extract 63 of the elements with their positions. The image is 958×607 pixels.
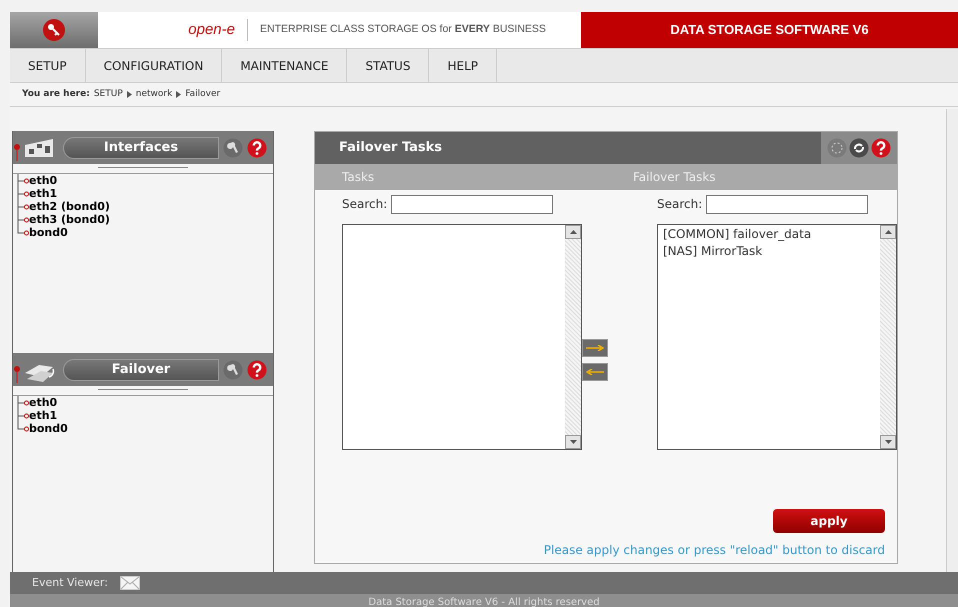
column-header: Tasks (341, 169, 376, 186)
hint-text: Please apply changes or press "reload" button to discard (544, 542, 885, 559)
tree-item[interactable]: eth0 (29, 397, 58, 408)
scrollbar[interactable] (565, 225, 581, 449)
panel-title: Failover Tasks (338, 139, 444, 158)
arrow-left-icon (586, 368, 604, 374)
scroll-up-icon (884, 230, 892, 234)
menu-item[interactable]: MAINTENANCE (222, 49, 348, 82)
tree-connector-icon (17, 200, 29, 213)
list-item[interactable]: [NAS] MirrorTask (663, 243, 880, 260)
brand-logo: open-e (98, 18, 248, 42)
footer-text: Data Storage Software V6 - All rights reserved (368, 596, 600, 607)
search-label: Search: (342, 196, 388, 213)
caret-icon (126, 91, 132, 98)
breadcrumb-label: You are here: (22, 88, 90, 101)
tree-connector-icon (17, 396, 29, 409)
help-icon[interactable] (871, 138, 891, 158)
arrow-right-icon (586, 344, 604, 350)
help-icon[interactable] (247, 360, 267, 380)
wrench-icon[interactable] (223, 360, 243, 380)
menu-item[interactable]: HELP (429, 49, 497, 82)
section-title[interactable]: Interfaces (63, 136, 219, 158)
move-right-button[interactable] (582, 338, 608, 356)
tagline: ENTERPRISE CLASS STORAGE OS for EVERY BUSINESS (259, 22, 546, 38)
section-title[interactable]: Failover (63, 358, 219, 380)
list-item[interactable]: [COMMON] failover_data (663, 226, 880, 243)
apply-button[interactable]: apply (773, 509, 885, 533)
search-field[interactable] (706, 194, 868, 214)
wrench-icon[interactable] (223, 138, 243, 158)
column-header: Failover Tasks (632, 169, 717, 186)
scroll-down-icon (884, 440, 892, 444)
tree-connector-icon (17, 187, 29, 200)
menu-item[interactable]: STATUS (347, 49, 430, 82)
scroll-down-icon (570, 440, 576, 444)
tree-item[interactable]: eth0 (29, 175, 58, 186)
tree-connector-icon (17, 174, 29, 187)
tree-item[interactable]: eth3 (bond0) (29, 214, 110, 225)
tree-item[interactable]: eth1 (29, 410, 58, 421)
caret-icon (176, 91, 182, 98)
tree-item[interactable]: bond0 (29, 227, 68, 238)
key-icon (42, 18, 66, 42)
menu-item[interactable]: CONFIGURATION (86, 49, 222, 82)
product-title: DATA STORAGE SOFTWARE V6 (670, 21, 869, 40)
reload-icon[interactable] (849, 138, 869, 158)
tree-item[interactable]: eth2 (bond0) (29, 201, 110, 212)
scroll-up-icon (570, 230, 576, 234)
spinner-icon (827, 138, 847, 158)
menu-item[interactable]: SETUP (10, 49, 86, 82)
tree-item[interactable]: bond0 (29, 423, 68, 434)
help-icon[interactable] (247, 138, 267, 158)
search-label: Search: (657, 196, 702, 213)
breadcrumb-link[interactable]: network (136, 88, 172, 102)
event-viewer-label: Event Viewer: (32, 574, 108, 591)
tree-connector-icon (17, 213, 29, 226)
tree-connector-icon (17, 409, 29, 422)
tree-item[interactable]: eth1 (29, 188, 58, 199)
move-left-button[interactable] (582, 362, 608, 380)
task-list[interactable]: [COMMON] failover_data [NAS] MirrorTask (657, 224, 897, 450)
breadcrumb-link[interactable]: Failover (185, 88, 220, 102)
search-field[interactable] (391, 194, 554, 214)
breadcrumb-link[interactable]: SETUP (94, 88, 123, 102)
scrollbar[interactable] (880, 225, 896, 449)
envelope-icon[interactable] (120, 576, 140, 590)
